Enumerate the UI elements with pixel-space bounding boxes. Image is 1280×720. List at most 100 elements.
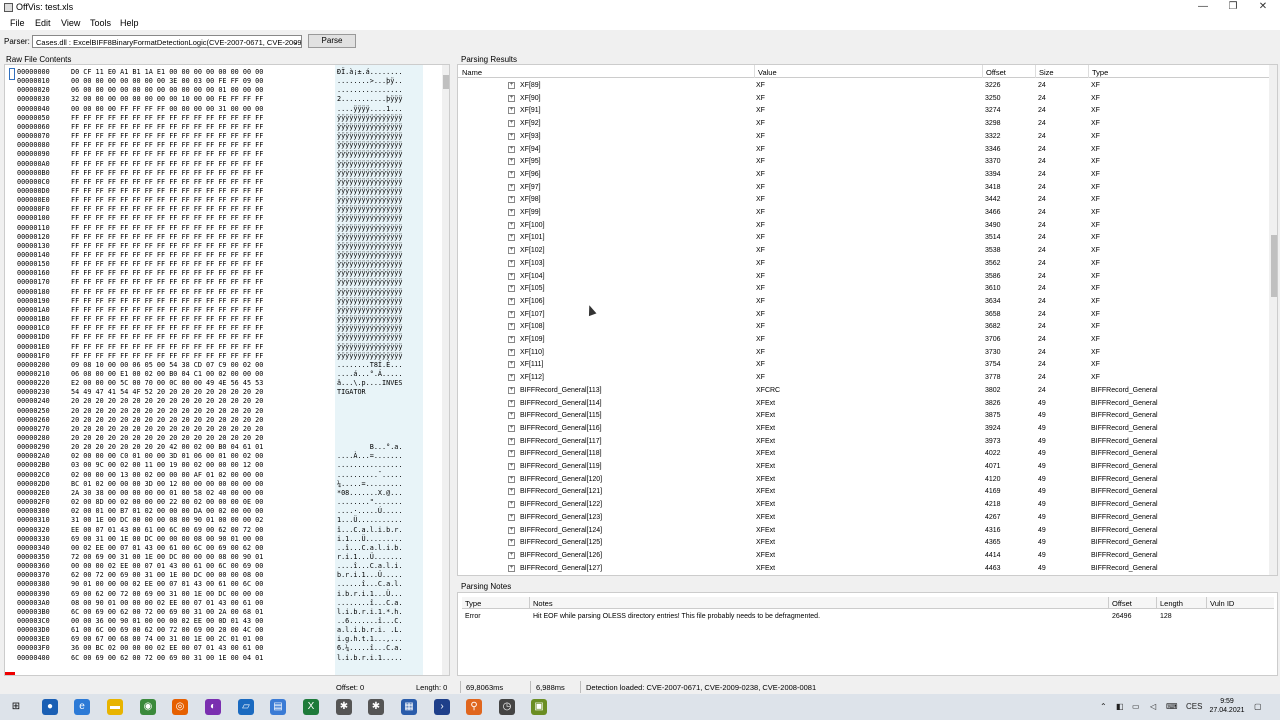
taskbar-clock[interactable]: 9:59 27.04.2021 <box>1206 697 1248 715</box>
hex-ascii[interactable]: ÿÿÿÿÿÿÿÿÿÿÿÿÿÿÿÿ <box>337 114 402 122</box>
hex-ascii[interactable]: ................ <box>337 86 402 94</box>
expand-icon[interactable]: + <box>508 450 515 458</box>
tray-chevron-icon[interactable]: ⌃ <box>1100 702 1107 711</box>
document-icon[interactable]: ▦ <box>401 699 417 715</box>
col-size[interactable]: Size <box>1039 68 1054 77</box>
expand-icon[interactable]: + <box>508 310 515 318</box>
results-row[interactable]: + BIFFRecord_General[122] XFExt 4218 49 BIFFR… <box>458 499 1270 512</box>
hex-bytes[interactable]: 62 00 72 00 69 00 31 00 1E 00 DC 00 00 0… <box>71 571 263 579</box>
windows-start-icon[interactable]: ⊞ <box>8 699 24 715</box>
hex-ascii[interactable]: 1...Ü........... <box>337 516 402 524</box>
expand-icon[interactable]: + <box>508 551 515 559</box>
hex-bytes[interactable]: FF FF FF FF FF FF FF FF FF FF FF FF FF F… <box>71 187 263 195</box>
hex-bytes[interactable]: 00 00 36 00 90 01 00 00 00 02 EE 00 0D 0… <box>71 617 263 625</box>
hex-ascii[interactable] <box>337 397 402 405</box>
results-row[interactable]: + BIFFRecord_General[127] XFExt 4463 49 BIFFR… <box>458 563 1270 575</box>
excel-icon[interactable]: X <box>303 699 319 715</box>
hex-bytes[interactable]: FF FF FF FF FF FF FF FF FF FF FF FF FF F… <box>71 233 263 241</box>
edge-icon[interactable]: e <box>74 699 90 715</box>
hex-bytes[interactable]: 6C 00 69 00 62 00 72 00 69 00 31 00 2A 0… <box>71 608 263 616</box>
results-row[interactable]: + XF[104] XF 3586 24 XF <box>458 271 1270 284</box>
notes-col-offset[interactable]: Offset <box>1112 599 1132 608</box>
hex-bytes[interactable]: 00 02 EE 00 07 01 43 00 61 00 6C 00 69 0… <box>71 544 263 552</box>
hex-bytes[interactable]: 02 00 00 00 13 00 02 00 00 00 AF 01 02 0… <box>71 471 263 479</box>
results-row[interactable]: + BIFFRecord_General[117] XFExt 3973 49 BIFFR… <box>458 436 1270 449</box>
expand-icon[interactable]: + <box>508 386 515 394</box>
hex-bytes[interactable]: 06 08 00 00 E1 00 02 00 B0 04 C1 00 02 0… <box>71 370 263 378</box>
hex-bytes[interactable]: 00 00 00 02 EE 00 07 01 43 00 61 00 6C 0… <box>71 562 263 570</box>
hex-ascii[interactable]: ÿÿÿÿÿÿÿÿÿÿÿÿÿÿÿÿ <box>337 333 402 341</box>
hex-ascii[interactable]: ÿÿÿÿÿÿÿÿÿÿÿÿÿÿÿÿ <box>337 315 402 323</box>
hex-bytes[interactable]: FF FF FF FF FF FF FF FF FF FF FF FF FF F… <box>71 352 263 360</box>
results-row[interactable]: + BIFFRecord_General[121] XFExt 4169 49 BIFFR… <box>458 486 1270 499</box>
hex-ascii[interactable]: i.1...Ü......... <box>337 535 402 543</box>
results-row[interactable]: + BIFFRecord_General[123] XFExt 4267 49 BIFFR… <box>458 512 1270 525</box>
results-row[interactable]: + XF[91] XF 3274 24 XF <box>458 105 1270 118</box>
hex-ascii[interactable]: ....À...=....... <box>337 452 402 460</box>
expand-icon[interactable]: + <box>508 259 515 267</box>
results-row[interactable]: + BIFFRecord_General[119] XFExt 4071 49 BIFFR… <box>458 461 1270 474</box>
notes-col-vuln-id[interactable]: Vuln ID <box>1210 599 1234 608</box>
hex-ascii[interactable]: ................ <box>337 461 402 469</box>
col-name[interactable]: Name <box>462 68 482 77</box>
parser-select[interactable]: Cases.dll : ExcelBIFF8BinaryFormatDetect… <box>32 35 302 48</box>
hex-bytes[interactable]: FF FF FF FF FF FF FF FF FF FF FF FF FF F… <box>71 150 263 158</box>
hex-ascii[interactable]: ÿÿÿÿÿÿÿÿÿÿÿÿÿÿÿÿ <box>337 187 402 195</box>
expand-icon[interactable]: + <box>508 132 515 140</box>
hex-ascii[interactable]: ....·.....Ú..... <box>337 507 402 515</box>
expand-icon[interactable]: + <box>508 209 515 216</box>
hex-bytes[interactable]: FF FF FF FF FF FF FF FF FF FF FF FF FF F… <box>71 288 263 296</box>
hex-bytes[interactable]: 32 00 00 00 00 00 00 00 00 10 00 00 FE F… <box>71 95 263 103</box>
expand-icon[interactable]: + <box>508 272 515 280</box>
expand-icon[interactable]: + <box>508 82 515 89</box>
hex-bytes[interactable]: FF FF FF FF FF FF FF FF FF FF FF FF FF F… <box>71 315 263 323</box>
hex-bytes[interactable]: FF FF FF FF FF FF FF FF FF FF FF FF FF F… <box>71 269 263 277</box>
hex-ascii[interactable]: ........"....... <box>337 498 402 506</box>
hex-ascii[interactable]: ÿÿÿÿÿÿÿÿÿÿÿÿÿÿÿÿ <box>337 352 402 360</box>
tray-battery-icon[interactable]: ▭ <box>1132 702 1140 711</box>
hex-bytes[interactable]: FF FF FF FF FF FF FF FF FF FF FF FF FF F… <box>71 132 263 140</box>
menu-edit[interactable]: Edit <box>35 18 51 28</box>
col-offset[interactable]: Offset <box>986 68 1006 77</box>
clock-app-icon[interactable]: ◷ <box>499 699 515 715</box>
hex-ascii[interactable]: ....î...C.a.l.i. <box>337 562 402 570</box>
expand-icon[interactable]: + <box>508 564 515 572</box>
results-row[interactable]: + XF[100] XF 3490 24 XF <box>458 220 1270 233</box>
hex-bytes[interactable]: 08 00 90 01 00 00 00 02 EE 00 07 01 43 0… <box>71 599 263 607</box>
results-row[interactable]: + BIFFRecord_General[114] XFExt 3826 49 BIFFR… <box>458 398 1270 411</box>
expand-icon[interactable]: + <box>508 285 515 293</box>
hex-ascii[interactable]: ÿÿÿÿÿÿÿÿÿÿÿÿÿÿÿÿ <box>337 251 402 259</box>
hex-bytes[interactable]: 00 00 00 00 FF FF FF FF 00 00 00 00 31 0… <box>71 105 263 113</box>
hex-bytes[interactable]: FF FF FF FF FF FF FF FF FF FF FF FF FF F… <box>71 278 263 286</box>
hex-bytes[interactable]: 6C 00 69 00 62 00 72 00 69 00 31 00 1E 0… <box>71 654 263 662</box>
hex-bytes[interactable]: BC 01 02 00 00 00 3D 00 12 00 00 00 00 0… <box>71 480 263 488</box>
results-row[interactable]: + XF[96] XF 3394 24 XF <box>458 169 1270 182</box>
results-row[interactable]: + BIFFRecord_General[126] XFExt 4414 49 BIFFR… <box>458 550 1270 563</box>
hex-ascii[interactable]: ÿÿÿÿÿÿÿÿÿÿÿÿÿÿÿÿ <box>337 160 402 168</box>
expand-icon[interactable]: + <box>508 412 515 420</box>
hex-ascii[interactable] <box>337 407 402 415</box>
hex-bytes[interactable]: FF FF FF FF FF FF FF FF FF FF FF FF FF F… <box>71 141 263 149</box>
hex-bytes[interactable]: D0 CF 11 E0 A1 B1 1A E1 00 00 00 00 00 0… <box>71 68 263 76</box>
results-row[interactable]: + XF[109] XF 3706 24 XF <box>458 334 1270 347</box>
hex-bytes[interactable]: 20 20 20 20 20 20 20 20 20 20 20 20 20 2… <box>71 416 263 424</box>
results-row[interactable]: + XF[97] XF 3418 24 XF <box>458 182 1270 195</box>
hex-ascii[interactable]: l.i.b.r.i.1.*.h. <box>337 608 402 616</box>
notepad-icon[interactable]: ▤ <box>270 699 286 715</box>
expand-icon[interactable]: + <box>508 501 515 509</box>
hex-ascii[interactable]: ........>...þÿ.. <box>337 77 402 85</box>
results-row[interactable]: + BIFFRecord_General[118] XFExt 4022 49 BIFFR… <box>458 448 1270 461</box>
hex-bytes[interactable]: 54 49 47 41 54 4F 52 20 20 20 20 20 20 2… <box>71 388 263 396</box>
hex-bytes[interactable]: 72 00 69 00 31 00 1E 00 DC 00 00 00 08 0… <box>71 553 263 561</box>
results-row[interactable]: + XF[101] XF 3514 24 XF <box>458 232 1270 245</box>
hex-bytes[interactable]: FF FF FF FF FF FF FF FF FF FF FF FF FF F… <box>71 114 263 122</box>
hex-bytes[interactable]: FF FF FF FF FF FF FF FF FF FF FF FF FF F… <box>71 160 263 168</box>
expand-icon[interactable]: + <box>508 297 515 305</box>
hex-ascii[interactable]: *08.......X.@... <box>337 489 402 497</box>
hex-bytes[interactable]: 06 00 00 00 00 00 00 00 00 00 00 00 01 0… <box>71 86 263 94</box>
menu-help[interactable]: Help <box>120 18 139 28</box>
results-row[interactable]: + XF[103] XF 3562 24 XF <box>458 258 1270 271</box>
hex-bytes[interactable]: 31 00 1E 00 DC 00 00 00 08 00 90 01 00 0… <box>71 516 263 524</box>
hex-ascii[interactable] <box>337 416 402 424</box>
hex-bytes[interactable]: 02 00 01 00 B7 01 02 00 00 00 DA 00 02 0… <box>71 507 263 515</box>
